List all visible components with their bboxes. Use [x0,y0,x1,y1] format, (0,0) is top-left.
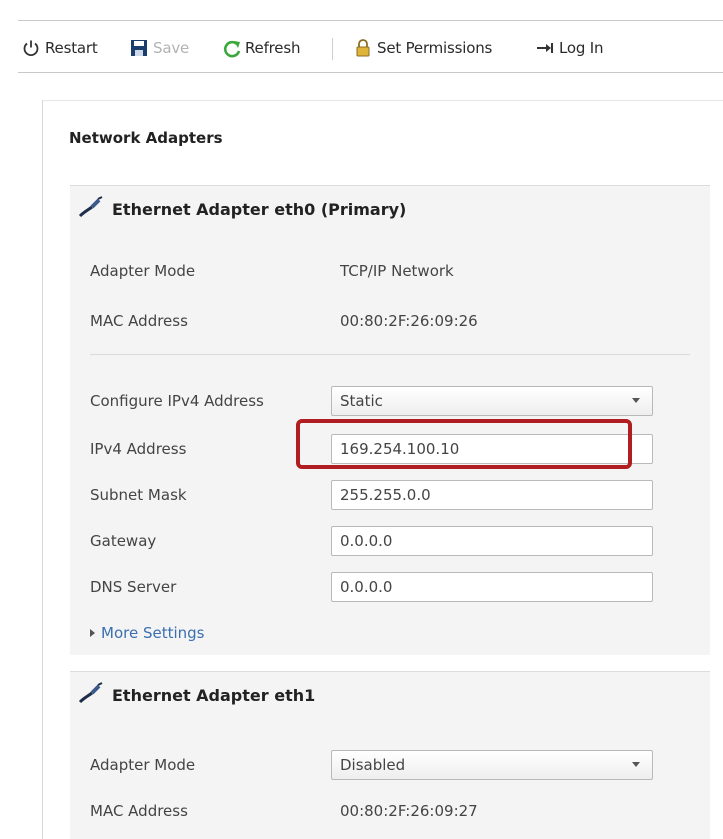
subnet-mask-input[interactable]: 255.255.0.0 [331,480,653,510]
gateway-label: Gateway [90,532,157,550]
adapter-eth0-title: Ethernet Adapter eth0 (Primary) [112,199,407,219]
set-permissions-button[interactable]: Set Permissions [354,30,492,66]
mac-address-label: MAC Address [90,802,188,820]
restart-label: Restart [45,39,98,57]
save-label: Save [153,39,190,57]
adapter-mode-value: TCP/IP Network [340,262,454,280]
toolbar: Restart Save Refresh Set Permissions Log… [18,30,718,66]
configure-ipv4-label: Configure IPv4 Address [90,392,264,410]
mac-address-value: 00:80:2F:26:09:26 [340,312,478,330]
lock-icon [354,39,372,57]
more-settings-link[interactable]: More Settings [90,624,204,642]
more-settings-label: More Settings [101,624,205,642]
ipv4-address-label: IPv4 Address [90,440,187,458]
top-rule [18,20,723,21]
caret-down-icon [632,762,640,767]
subnet-mask-value: 255.255.0.0 [340,486,431,504]
power-icon [22,39,40,57]
log-in-button[interactable]: Log In [536,30,603,66]
adapter-mode-select[interactable]: Disabled [331,750,653,780]
adapter-eth1-header[interactable]: Ethernet Adapter eth1 [78,682,315,708]
adapter-eth1-section: Ethernet Adapter eth1 Adapter Mode Disab… [70,671,710,839]
log-in-label: Log In [559,39,604,57]
save-button[interactable]: Save [130,30,189,66]
configure-ipv4-value: Static [340,392,383,410]
mac-address-value: 00:80:2F:26:09:27 [340,802,478,820]
adapter-mode-label: Adapter Mode [90,262,196,280]
network-cable-icon [78,682,104,708]
refresh-label: Refresh [245,39,301,57]
network-adapters-panel: Network Adapters Ethernet Adapter eth0 (… [42,100,723,839]
dns-server-value: 0.0.0.0 [340,578,393,596]
adapter-eth1-title: Ethernet Adapter eth1 [112,685,316,705]
login-arrow-icon [536,39,554,57]
gateway-value: 0.0.0.0 [340,532,393,550]
page-title: Network Adapters [69,129,223,147]
toolbar-separator [332,38,333,60]
refresh-icon [222,39,241,58]
expand-triangle-icon [90,629,95,637]
ipv4-highlight-box [296,419,632,469]
subnet-mask-label: Subnet Mask [90,486,187,504]
adapter-eth0-header[interactable]: Ethernet Adapter eth0 (Primary) [78,196,406,222]
dns-server-label: DNS Server [90,578,177,596]
refresh-button[interactable]: Refresh [222,30,300,66]
configure-ipv4-select[interactable]: Static [331,386,653,416]
restart-button[interactable]: Restart [22,30,98,66]
adapter-mode-label: Adapter Mode [90,756,196,774]
caret-down-icon [632,398,640,403]
dns-server-input[interactable]: 0.0.0.0 [331,572,653,602]
section-divider [90,354,690,355]
gateway-input[interactable]: 0.0.0.0 [331,526,653,556]
adapter-mode-value: Disabled [340,756,406,774]
save-icon [130,39,148,57]
toolbar-bottom-rule [18,72,723,73]
set-permissions-label: Set Permissions [377,39,493,57]
mac-address-label: MAC Address [90,312,188,330]
network-cable-icon [78,196,104,222]
